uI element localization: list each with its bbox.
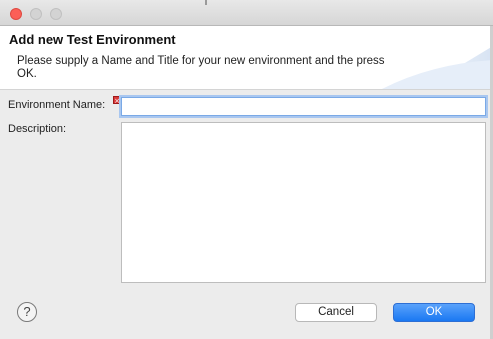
close-icon[interactable] [10, 8, 22, 20]
error-icon: × [113, 96, 121, 105]
dialog-header: Add new Test Environment Please supply a… [0, 26, 493, 90]
dialog-title: Add new Test Environment [9, 32, 176, 47]
cancel-button[interactable]: Cancel [295, 303, 377, 322]
environment-name-label: Environment Name: [8, 99, 106, 111]
title-bar[interactable] [0, 0, 493, 26]
dialog-message: Please supply a Name and Title for your … [17, 55, 385, 80]
environment-name-input[interactable] [121, 97, 486, 116]
help-icon[interactable]: ? [17, 302, 37, 322]
description-label: Description: [8, 123, 67, 135]
description-textarea[interactable] [121, 122, 486, 283]
minimize-icon[interactable] [30, 8, 42, 20]
background-window-edge [205, 0, 207, 5]
zoom-icon[interactable] [50, 8, 62, 20]
ok-button[interactable]: OK [393, 303, 475, 322]
